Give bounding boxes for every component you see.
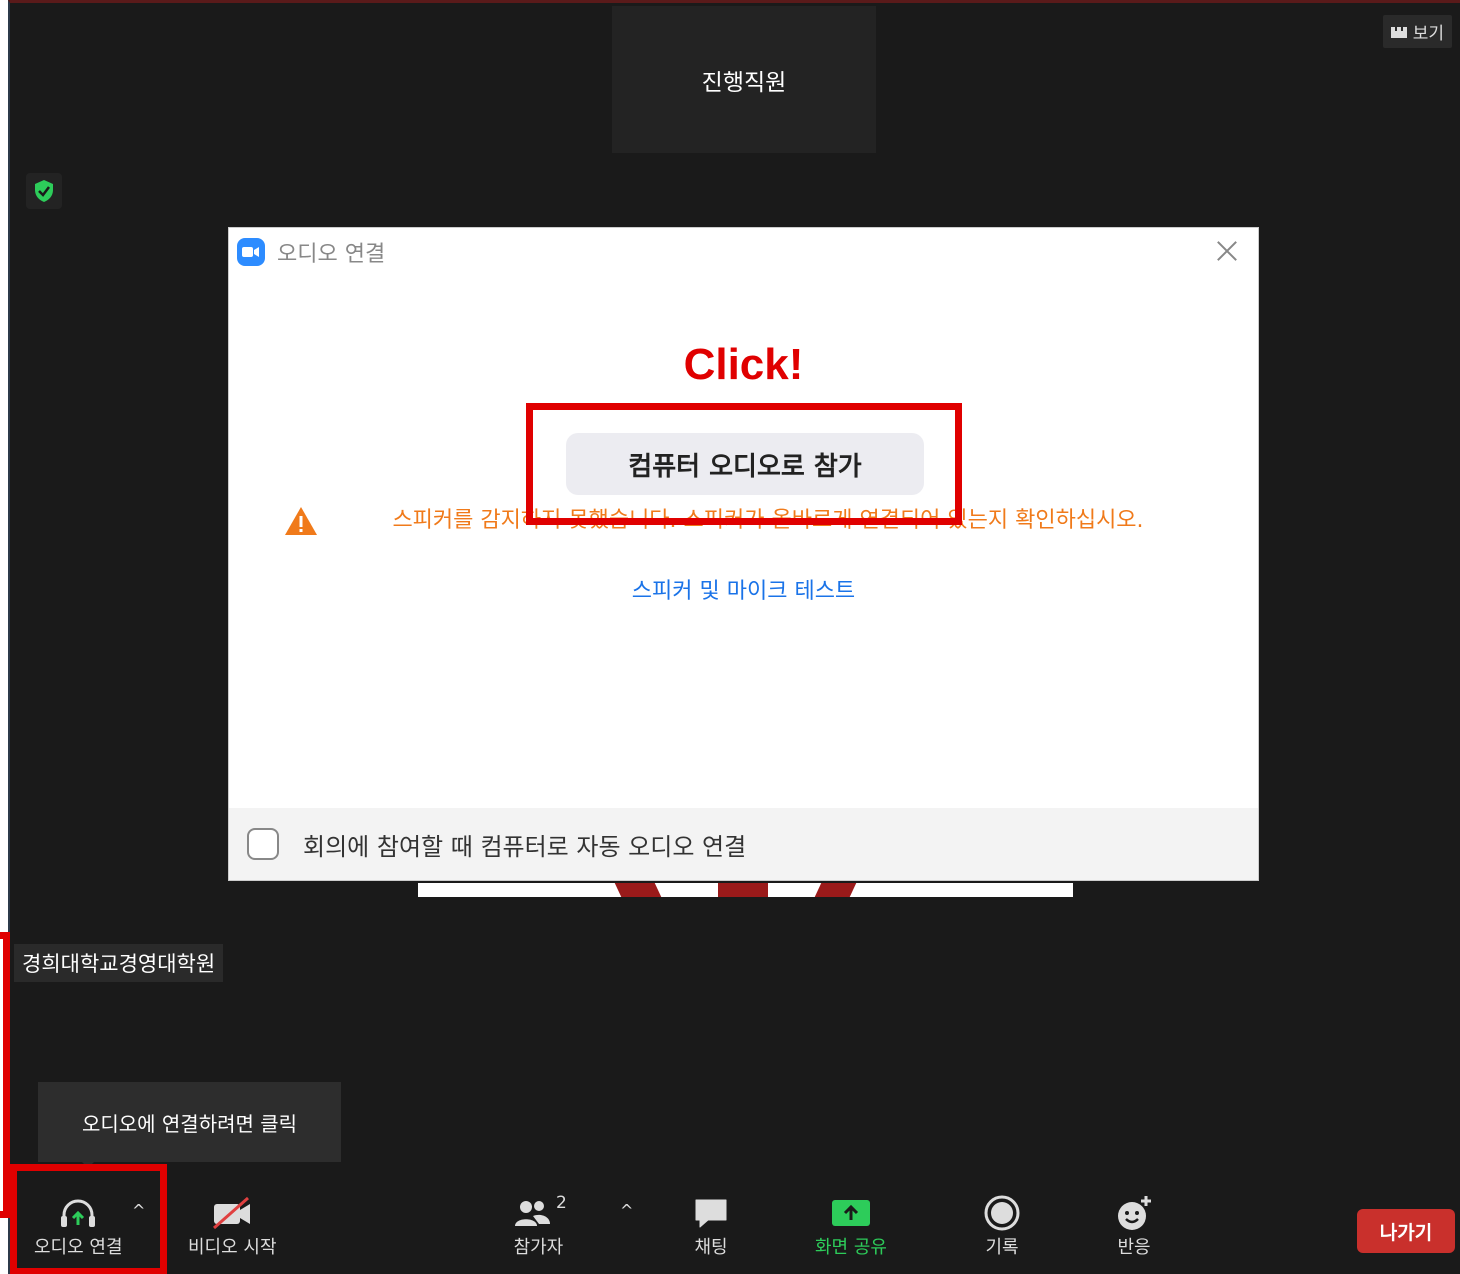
join-computer-audio-button[interactable]: 컴퓨터 오디오로 참가 <box>566 433 924 495</box>
headphones-icon <box>58 1193 98 1233</box>
start-video-label: 비디오 시작 <box>188 1237 277 1258</box>
encryption-shield-icon[interactable] <box>26 173 62 209</box>
join-audio-label: 오디오 연결 <box>34 1237 123 1258</box>
reactions-label: 반응 <box>1117 1237 1151 1258</box>
record-icon <box>984 1193 1020 1233</box>
auto-connect-label: 회의에 참여할 때 컴퓨터로 자동 오디오 연결 <box>303 832 747 861</box>
participants-label: 참가자 <box>513 1237 564 1258</box>
join-audio-button[interactable]: 오디오 연결 <box>34 1193 123 1259</box>
participant-video-strip <box>418 883 1073 897</box>
participants-icon: 2 <box>510 1193 567 1233</box>
audio-connect-dialog: 오디오 연결 Click! 컴퓨터 오디오로 참가 스피커를 감지하지 못했습니… <box>228 227 1259 881</box>
warning-icon <box>285 507 317 535</box>
tooltip-arrow <box>80 1160 96 1168</box>
speaker-video-tile: 진행직원 <box>612 6 876 153</box>
speaker-mic-test-link[interactable]: 스피커 및 마이크 테스트 <box>229 573 1258 605</box>
participants-options-caret-icon[interactable]: ^ <box>620 1201 633 1220</box>
speaker-warning: 스피커를 감지하지 못했습니다. 스피커가 올바르게 연결되어 있는지 확인하십… <box>284 506 1204 536</box>
participants-button[interactable]: 2 참가자 <box>510 1193 567 1259</box>
leave-meeting-button[interactable]: 나가기 <box>1357 1209 1455 1253</box>
reactions-button[interactable]: 반응 <box>1114 1193 1154 1259</box>
participant-count: 2 <box>556 1193 567 1213</box>
speaker-name: 진행직원 <box>701 69 787 96</box>
participant-name-tag: 경희대학교경영대학원 <box>14 944 224 982</box>
share-screen-button[interactable]: 화면 공유 <box>815 1193 887 1259</box>
dialog-footer: 회의에 참여할 때 컴퓨터로 자동 오디오 연결 <box>229 808 1258 880</box>
auto-connect-checkbox[interactable] <box>247 828 279 860</box>
chat-label: 채팅 <box>694 1237 728 1258</box>
zoom-logo-icon <box>237 238 265 266</box>
close-icon[interactable] <box>1214 238 1240 264</box>
view-label: 보기 <box>1412 24 1444 44</box>
video-off-icon <box>210 1193 254 1233</box>
chat-button[interactable]: 채팅 <box>692 1193 730 1259</box>
gallery-view-icon <box>1390 25 1407 38</box>
view-button[interactable]: 보기 <box>1382 15 1452 48</box>
share-screen-icon <box>830 1193 872 1233</box>
chat-bubble-icon <box>692 1193 730 1233</box>
smiley-add-icon <box>1114 1193 1154 1233</box>
record-label: 기록 <box>985 1237 1019 1258</box>
start-video-button[interactable]: 비디오 시작 <box>188 1193 277 1259</box>
dialog-title-bar: 오디오 연결 <box>237 236 385 268</box>
record-button[interactable]: 기록 <box>984 1193 1020 1259</box>
meeting-toolbar: 오디오 연결 ^ 비디오 시작 2 참가자 ^ 채팅 화면 공유 기록 반응 <box>10 1183 1460 1274</box>
audio-options-caret-icon[interactable]: ^ <box>132 1201 145 1220</box>
warning-text: 스피커를 감지하지 못했습니다. 스피커가 올바르게 연결되어 있는지 확인하십… <box>392 508 1144 533</box>
click-annotation: Click! <box>683 340 804 389</box>
share-screen-label: 화면 공유 <box>815 1237 887 1258</box>
audio-tooltip: 오디오에 연결하려면 클릭 <box>38 1082 341 1162</box>
dialog-title: 오디오 연결 <box>277 242 386 267</box>
